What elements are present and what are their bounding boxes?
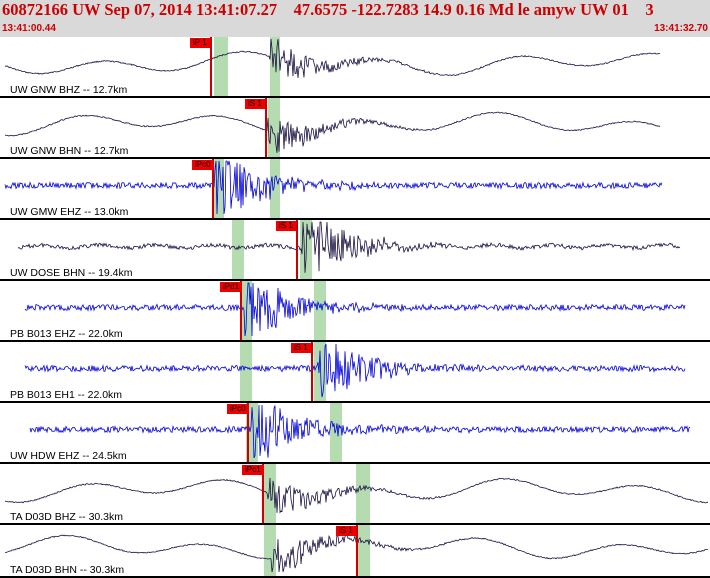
- time-start: 13:41:00.44: [2, 23, 56, 34]
- trace-panel[interactable]: iPc1 TA D03D BHZ -- 30.3km: [0, 464, 710, 525]
- trace-panel[interactable]: iP 1 UW GNW BHZ -- 12.7km: [0, 37, 710, 98]
- trace-panel[interactable]: iS 1 UW DOSE BHN -- 19.4km: [0, 220, 710, 281]
- station-label: UW GNW BHZ -- 12.7km: [10, 84, 128, 96]
- pick-marker-line[interactable]: [265, 98, 267, 157]
- trace-panel[interactable]: iPc0 UW HDW EHZ -- 24.5km: [0, 403, 710, 464]
- pick-marker-line[interactable]: [356, 525, 358, 576]
- station-label: PB B013 EH1 -- 22.0km: [10, 389, 123, 401]
- station-label: UW GMW EHZ -- 13.0km: [10, 206, 129, 218]
- trace-panel[interactable]: iPd1 PB B013 EHZ -- 22.0km: [0, 281, 710, 342]
- event-title: 60872166 UW Sep 07, 2014 13:41:07.27 47.…: [2, 0, 654, 19]
- pick-marker-line[interactable]: [311, 342, 313, 401]
- station-label: TA D03D BHZ -- 30.3km: [10, 511, 123, 523]
- phase-pick-label[interactable]: iPd1: [220, 282, 243, 292]
- trace-panel[interactable]: iS 1 PB B013 EH1 -- 22.0km: [0, 342, 710, 403]
- phase-pick-label[interactable]: iPc0: [192, 160, 214, 170]
- header-bar: 60872166 UW Sep 07, 2014 13:41:07.27 47.…: [0, 0, 710, 37]
- pick-marker-line[interactable]: [296, 220, 298, 279]
- station-label: TA D03D BHN -- 30.3km: [10, 564, 125, 576]
- phase-pick-label[interactable]: iP 1: [190, 38, 210, 48]
- pick-marker-line[interactable]: [210, 37, 212, 96]
- phase-pick-label[interactable]: iS 1: [291, 343, 311, 353]
- trace-panel[interactable]: iS 1 TA D03D BHN -- 30.3km: [0, 525, 710, 578]
- seismogram-area: iP 1 UW GNW BHZ -- 12.7km iS 1 UW GNW BHN -…: [0, 37, 710, 578]
- station-label: PB B013 EHZ -- 22.0km: [10, 328, 123, 340]
- phase-pick-label[interactable]: iS 1: [276, 221, 296, 231]
- phase-pick-label[interactable]: iPc0: [227, 404, 249, 414]
- phase-pick-label[interactable]: iPc1: [242, 465, 264, 475]
- station-label: UW DOSE BHN -- 19.4km: [10, 267, 133, 279]
- trace-panel[interactable]: iS 1 UW GNW BHN -- 12.7km: [0, 98, 710, 159]
- station-label: UW HDW EHZ -- 24.5km: [10, 450, 127, 462]
- phase-pick-label[interactable]: iS 1: [336, 526, 356, 536]
- time-end: 13:41:32.70: [654, 23, 708, 34]
- phase-pick-label[interactable]: iS 1: [245, 99, 265, 109]
- trace-panel[interactable]: iPc0 UW GMW EHZ -- 13.0km: [0, 159, 710, 220]
- station-label: UW GNW BHN -- 12.7km: [10, 145, 129, 157]
